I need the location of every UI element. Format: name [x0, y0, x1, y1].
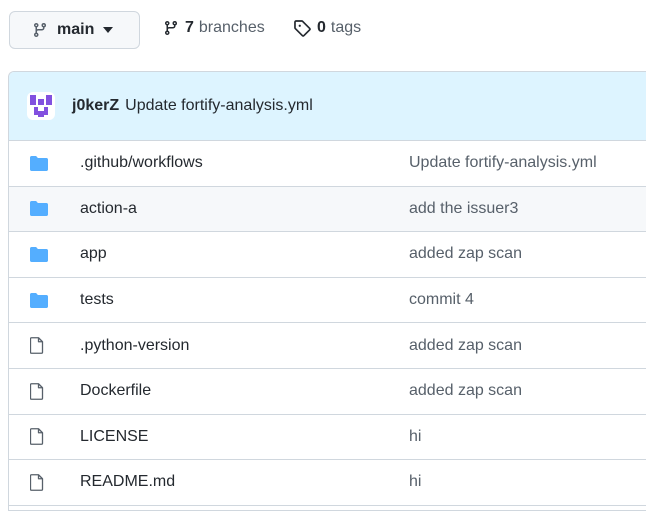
commit-message[interactable]: Update fortify-analysis.yml — [125, 97, 313, 115]
folder-icon — [30, 153, 50, 173]
branches-label: branches — [198, 19, 265, 36]
file-name[interactable]: Dockerfile — [80, 382, 151, 400]
file-commit-message[interactable]: commit 4 — [409, 291, 474, 309]
file-commit-message[interactable]: hi — [409, 428, 421, 446]
file-row[interactable]: app added zap scan — [9, 232, 646, 278]
tags-label: tags — [330, 19, 362, 36]
tags-link[interactable]: 0 tags — [293, 19, 361, 37]
file-row[interactable]: tests commit 4 — [9, 278, 646, 324]
branch-selector-button[interactable]: main — [9, 11, 140, 49]
file-row[interactable]: .python-version added zap scan — [9, 323, 646, 369]
avatar[interactable] — [27, 92, 55, 120]
file-name[interactable]: LICENSE — [80, 428, 148, 446]
file-icon — [30, 381, 50, 401]
file-name[interactable]: .python-version — [80, 337, 189, 355]
file-commit-message[interactable]: add the issuer3 — [409, 200, 518, 218]
branches-count: 7 — [185, 19, 194, 36]
file-row[interactable]: LICENSE hi — [9, 415, 646, 461]
file-row[interactable]: README.md hi — [9, 460, 646, 506]
branch-name: main — [57, 21, 95, 38]
file-name[interactable]: README.md — [80, 473, 175, 491]
repo-toolbar: main 7 branches 0 tags — [0, 0, 646, 72]
git-branch-icon — [33, 23, 46, 38]
file-row[interactable]: Dockerfile added zap scan — [9, 369, 646, 415]
file-name[interactable]: .github/workflows — [80, 154, 203, 172]
git-branch-icon — [164, 21, 177, 36]
file-name[interactable]: app — [80, 245, 107, 263]
file-icon — [30, 472, 50, 492]
chevron-down-icon — [103, 27, 114, 33]
file-list: j0kerZ Update fortify-analysis.yml .gith… — [8, 71, 646, 511]
file-rows: .github/workflows Update fortify-analysi… — [9, 141, 646, 506]
file-commit-message[interactable]: added zap scan — [409, 245, 522, 263]
folder-icon — [30, 199, 50, 219]
file-commit-message[interactable]: hi — [409, 473, 421, 491]
file-name[interactable]: action-a — [80, 200, 137, 218]
branches-link[interactable]: 7 branches — [163, 19, 265, 37]
identicon-icon — [30, 95, 52, 117]
tag-icon — [294, 20, 311, 37]
file-row[interactable]: action-a add the issuer3 — [9, 186, 646, 233]
file-commit-message[interactable]: added zap scan — [409, 382, 522, 400]
commit-author[interactable]: j0kerZ — [72, 97, 119, 115]
file-commit-message[interactable]: Update fortify-analysis.yml — [409, 154, 597, 172]
file-commit-message[interactable]: added zap scan — [409, 337, 522, 355]
tags-count: 0 — [317, 19, 326, 36]
file-row[interactable]: .github/workflows Update fortify-analysi… — [9, 141, 646, 187]
file-icon — [30, 336, 50, 356]
folder-icon — [30, 244, 50, 264]
file-icon — [30, 427, 50, 447]
file-name[interactable]: tests — [80, 291, 114, 309]
folder-icon — [30, 290, 50, 310]
latest-commit-bar: j0kerZ Update fortify-analysis.yml — [9, 72, 646, 141]
